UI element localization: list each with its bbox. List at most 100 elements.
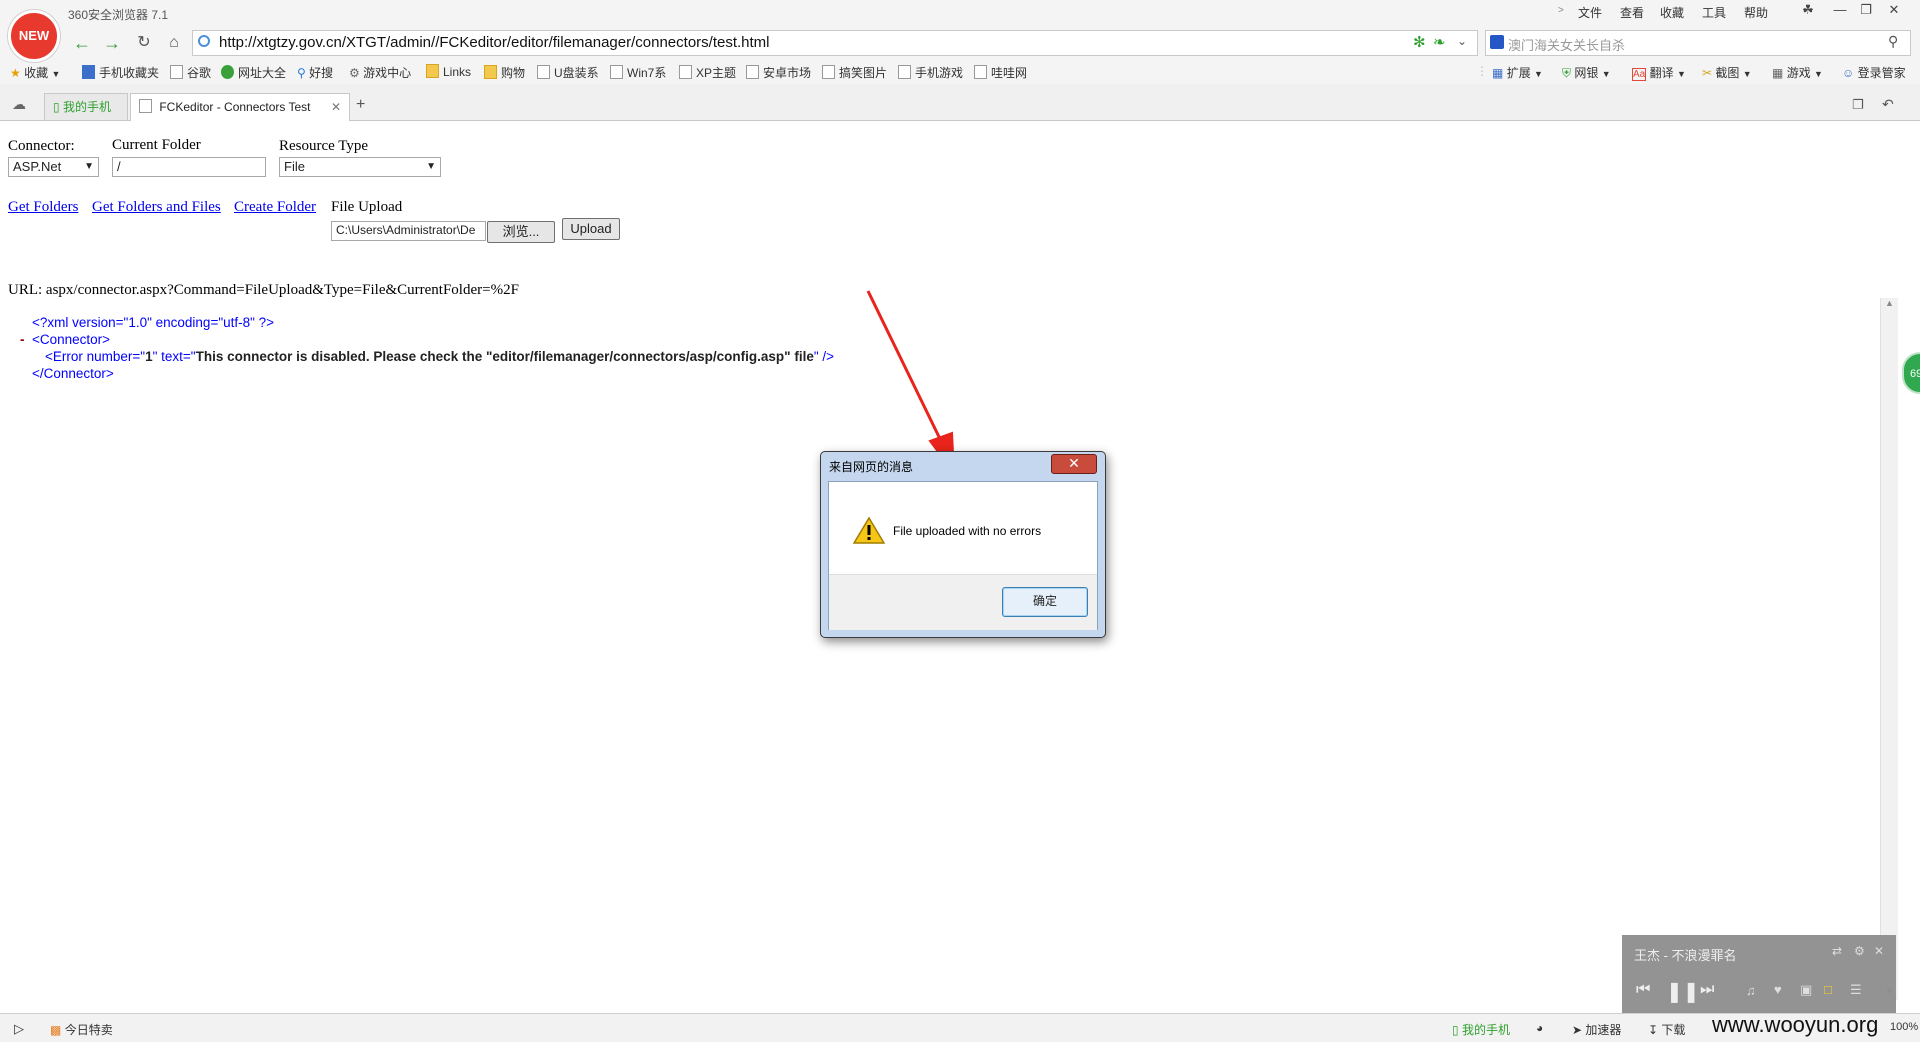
side-float-badge[interactable]: 69 (1902, 352, 1920, 394)
xml-error-line: <Error number="1" text="This connector i… (45, 349, 835, 364)
connector-select-value: ASP.Net (13, 159, 62, 174)
bookmark-google[interactable]: 谷歌 (170, 64, 211, 81)
today-sale[interactable]: ▩ 今日特卖 (50, 1021, 113, 1038)
dialog-ok-button[interactable]: 确定 (1002, 587, 1088, 617)
current-folder-input[interactable]: / (112, 157, 266, 177)
folder-icon (484, 65, 497, 79)
status-accelerator[interactable]: ➤ 加速器 (1572, 1021, 1621, 1038)
xml-collapse-toggle[interactable]: - (20, 332, 25, 347)
music-close-icon[interactable]: ✕ (1874, 944, 1884, 958)
heart-icon[interactable]: ♥ (1774, 982, 1782, 997)
music-settings-icon[interactable]: ⚙ (1854, 944, 1865, 958)
get-folders-link[interactable]: Get Folders (8, 199, 78, 216)
leaf-icon[interactable]: ❧ (1433, 33, 1446, 51)
warning-icon (853, 516, 885, 544)
status-download[interactable]: ↧ 下载 (1648, 1021, 1685, 1038)
sidebar-toggle-icon[interactable]: ▷ (14, 1021, 24, 1037)
phone-icon: ▯ (53, 100, 60, 114)
close-window-button[interactable]: ✕ (1880, 1, 1908, 21)
tab-fckeditor[interactable]: FCKeditor - Connectors Test ✕ (130, 93, 350, 121)
vertical-scrollbar[interactable]: ▲ ▼ (1880, 298, 1898, 1000)
new-tab-button[interactable]: + (356, 96, 365, 114)
bookmark-funny-pics[interactable]: 搞笑图片 (822, 64, 887, 81)
previous-track-icon[interactable]: ⏮ (1636, 981, 1650, 999)
search-engine-icon[interactable] (1490, 35, 1504, 49)
gift-icon: ▩ (50, 1023, 62, 1037)
lyrics-icon[interactable]: □ (1824, 982, 1832, 997)
toolbar-translate[interactable]: Aa 翻译 ▼ (1632, 64, 1686, 81)
file-path-input[interactable]: C:\Users\Administrator\De (331, 221, 486, 241)
dialog-body: File uploaded with no errors 确定 (828, 481, 1098, 630)
music-track-title: 王杰 - 不浪漫罪名 (1634, 948, 1737, 963)
browser-logo: NEW (8, 10, 60, 62)
bookmark-favorites[interactable]: ★ 收藏 ▼ (10, 64, 60, 81)
status-speed-icon[interactable]: ◕ (1536, 1021, 1543, 1035)
search-icon[interactable]: ⚲ (1888, 33, 1898, 50)
tab-my-mobile[interactable]: ▯ 我的手机 (44, 93, 128, 120)
back-arrow-icon[interactable]: ← (70, 31, 94, 55)
pause-icon[interactable]: ❚❚ (1666, 979, 1700, 1004)
connector-select[interactable]: ASP.Net ▼ (8, 157, 99, 177)
chevron-down-icon[interactable]: ⌄ (1457, 34, 1467, 48)
menu-view[interactable]: 查看 (1620, 4, 1644, 21)
bookmark-wawa[interactable]: 哇哇网 (974, 64, 1027, 81)
restore-tabs-icon[interactable]: ❐ (1852, 97, 1864, 113)
home-icon[interactable]: ⌂ (162, 31, 186, 55)
bookmark-haosou[interactable]: ⚲ 好搜 (297, 64, 333, 81)
bookmark-android-market[interactable]: 安卓市场 (746, 64, 811, 81)
bookmark-links[interactable]: Links (426, 64, 471, 79)
alert-dialog: 来自网页的消息 ✕ File uploaded with no errors 确… (820, 451, 1106, 638)
skin-icon[interactable]: ☘ (1794, 1, 1822, 21)
security-shield-icon[interactable]: ✻ (1413, 33, 1426, 51)
maximize-button[interactable]: ❐ (1852, 1, 1880, 21)
dialog-close-button[interactable]: ✕ (1051, 454, 1097, 474)
menu-tools[interactable]: 工具 (1702, 4, 1726, 21)
toolbar-games[interactable]: ▦ 游戏 ▼ (1772, 64, 1823, 81)
resource-type-select[interactable]: File ▼ (279, 157, 441, 177)
menu-help[interactable]: 帮助 (1744, 4, 1768, 21)
menu-favorites[interactable]: 收藏 (1660, 4, 1684, 21)
toolbar-screenshot[interactable]: ✂ 截图 ▼ (1702, 64, 1752, 81)
bookmark-mobile-games[interactable]: 手机游戏 (898, 64, 963, 81)
undo-close-icon[interactable]: ↶ (1882, 96, 1894, 113)
toolbar-extensions[interactable]: ▦ 扩展 ▼ (1492, 64, 1543, 81)
search-placeholder[interactable]: 澳门海关女关长自杀 (1508, 35, 1625, 54)
browse-button[interactable]: 浏览... (487, 221, 555, 243)
xml-error-text: This connector is disabled. Please check… (195, 349, 814, 364)
current-folder-label: Current Folder (112, 137, 201, 153)
close-tab-icon[interactable]: ✕ (331, 94, 341, 120)
upload-button[interactable]: Upload (562, 218, 620, 240)
create-folder-link[interactable]: Create Folder (234, 199, 316, 216)
cloud-icon[interactable]: ☁ (12, 96, 26, 113)
bookmark-mobile-favorites[interactable]: 手机收藏夹 (82, 64, 159, 81)
get-folders-and-files-link[interactable]: Get Folders and Files (92, 199, 221, 216)
minimize-button[interactable]: — (1826, 1, 1854, 21)
address-bar[interactable]: http://xtgtzy.gov.cn/XTGT/admin//FCKedit… (192, 30, 1478, 56)
menu-icon[interactable]: ☰ (1850, 982, 1862, 998)
address-url[interactable]: http://xtgtzy.gov.cn/XTGT/admin//FCKedit… (219, 34, 770, 51)
star-icon: ★ (10, 66, 21, 80)
bookmark-xp-theme[interactable]: XP主题 (679, 64, 736, 81)
toolbar-login-manager[interactable]: ☺ 登录管家 (1842, 64, 1906, 81)
mode-icon[interactable]: ▣ (1800, 982, 1812, 998)
zoom-level[interactable]: 100% (1890, 1021, 1918, 1033)
forward-arrow-icon[interactable]: → (100, 31, 124, 55)
search-box[interactable]: 澳门海关女关长自杀 ⚲ (1485, 30, 1911, 56)
scroll-up-icon[interactable]: ▲ (1885, 298, 1894, 308)
bookmark-game-center[interactable]: ⚙ 游戏中心 (349, 64, 411, 81)
refresh-icon[interactable]: ↻ (132, 31, 156, 55)
connector-label: Connector: (8, 138, 75, 154)
status-my-mobile[interactable]: ▯ 我的手机 (1452, 1021, 1510, 1038)
volume-icon[interactable]: ♫ (1746, 983, 1756, 998)
translate-icon: Aa (1632, 68, 1647, 81)
bookmark-win7[interactable]: Win7系 (610, 64, 666, 81)
gamepad-icon: ▦ (1772, 66, 1784, 80)
bookmark-hao[interactable]: 网址大全 (221, 64, 286, 81)
music-list-icon[interactable]: ⇄ (1832, 944, 1842, 958)
menu-file[interactable]: 文件 (1578, 4, 1602, 21)
toolbar-ebank[interactable]: ⛨ 网银 ▼ (1562, 64, 1611, 81)
next-track-icon[interactable]: ⏭ (1700, 981, 1714, 999)
bookmark-usb-install[interactable]: U盘装系 (537, 64, 599, 81)
folder-icon (426, 64, 439, 78)
bookmark-shopping[interactable]: 购物 (484, 64, 525, 81)
